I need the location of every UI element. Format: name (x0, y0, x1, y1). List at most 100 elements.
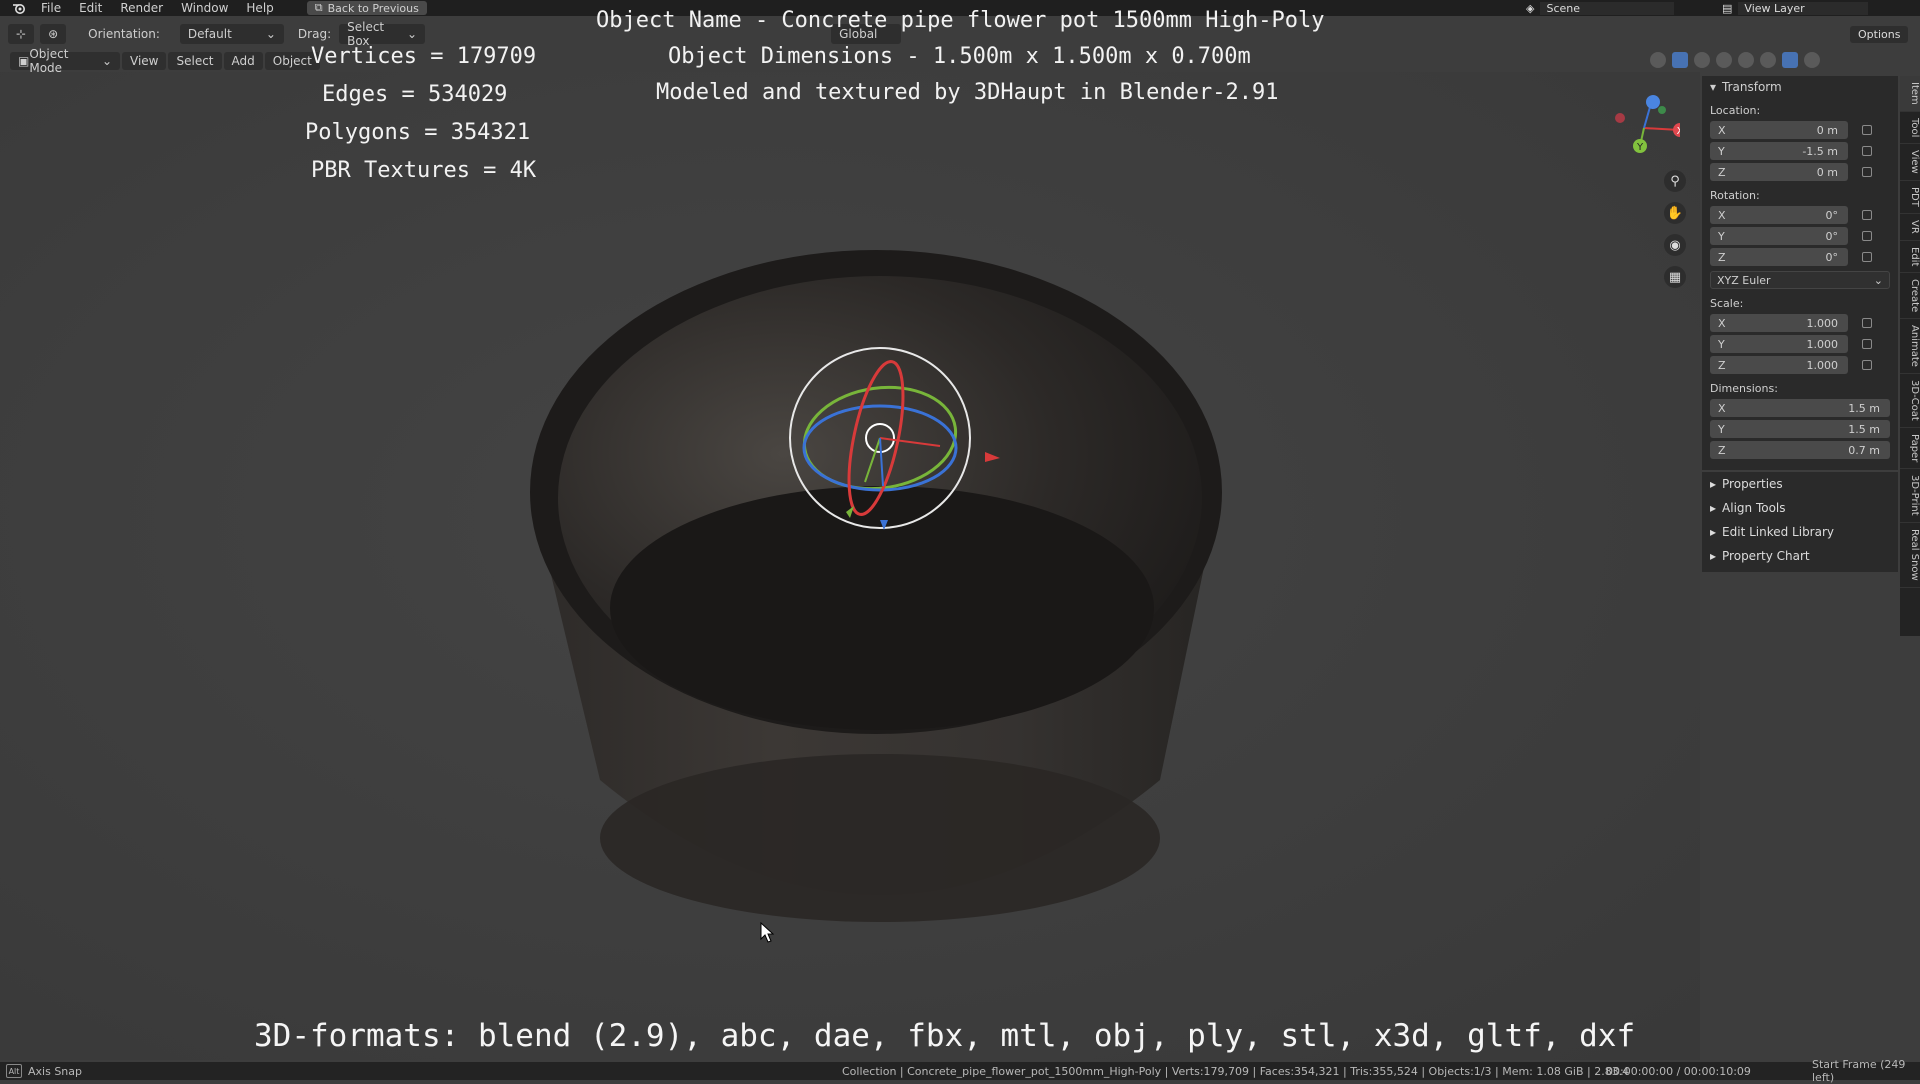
tab-paper[interactable]: Paper (1900, 428, 1920, 470)
transform-panel-header[interactable]: ▾ Transform (1702, 76, 1898, 98)
location-z-field[interactable]: Z 0 m (1710, 163, 1848, 181)
navigation-gizmo[interactable]: X Y (1600, 88, 1680, 168)
view-layer-selector[interactable]: ▤ View Layer (1722, 0, 1869, 16)
tab-pdt[interactable]: PDT (1900, 181, 1920, 214)
camera-view-icon[interactable]: ◉ (1664, 234, 1686, 256)
subpanel-label: Align Tools (1722, 501, 1786, 515)
value: 1.5 m (1848, 422, 1880, 436)
view-layer-name-field[interactable]: View Layer (1738, 1, 1869, 15)
dimensions-y-field[interactable]: Y 1.5 m (1710, 420, 1890, 438)
location-y-field[interactable]: Y -1.5 m (1710, 142, 1848, 160)
lock-icon[interactable] (1862, 167, 1872, 177)
alt-key-icon: Alt (6, 1064, 22, 1078)
tab-view[interactable]: View (1900, 144, 1920, 181)
pan-hand-icon[interactable]: ✋ (1664, 202, 1686, 224)
lock-icon[interactable] (1862, 231, 1872, 241)
rotation-y-field[interactable]: Y 0° (1710, 227, 1848, 245)
location-y-row: Y -1.5 m (1710, 141, 1898, 161)
3d-viewport[interactable] (0, 72, 1700, 1060)
subpanel-properties[interactable]: ▸ Properties (1702, 472, 1898, 496)
gizmo-z-axis[interactable] (1646, 95, 1660, 109)
tab-tool[interactable]: Tool (1900, 112, 1920, 145)
gizmo-neg-x-axis[interactable] (1615, 113, 1625, 123)
drag-dropdown[interactable]: Select Box ⌄ (339, 20, 426, 48)
add-menu[interactable]: Add (223, 52, 263, 70)
lock-icon[interactable] (1862, 146, 1872, 156)
scene-icon: ◈ (1526, 1, 1535, 15)
lock-icon[interactable] (1862, 210, 1872, 220)
sidebar-subpanels: ▸ Properties ▸ Align Tools ▸ Edit Linked Li… (1702, 472, 1898, 572)
editor-type-icon: ⊹ (16, 27, 27, 41)
tab-item[interactable]: Item (1900, 76, 1920, 112)
perspective-grid-icon[interactable]: ▦ (1664, 266, 1686, 288)
active-tool-button[interactable]: ⊛ (40, 24, 67, 44)
view-menu[interactable]: View (122, 52, 167, 70)
material-shading-icon[interactable] (1782, 52, 1798, 68)
gizmo-neg-y-axis[interactable] (1658, 106, 1666, 114)
tab-3d-coat[interactable]: 3D-Coat (1900, 374, 1920, 428)
rotation-y-row: Y 0° (1710, 226, 1898, 246)
dimensions-x-field[interactable]: X 1.5 m (1710, 399, 1890, 417)
sidebar-item-panel: ▾ Transform Location: X0 m Y -1.5 m Z0 m … (1702, 76, 1898, 470)
rotation-label: Rotation: (1710, 189, 1760, 202)
subpanel-edit-linked-library[interactable]: ▸ Edit Linked Library (1702, 520, 1898, 544)
scene-selector[interactable]: ◈ Scene (1526, 0, 1675, 16)
lock-icon[interactable] (1862, 318, 1872, 328)
gizmo-x-label: X (1677, 126, 1680, 137)
lock-icon[interactable] (1862, 339, 1872, 349)
sidebar-tabs: Item Tool View PDT VR Edit Create Animat… (1900, 76, 1920, 636)
blender-logo-icon[interactable] (10, 0, 28, 16)
menu-help[interactable]: Help (237, 1, 282, 15)
menu-file[interactable]: File (32, 1, 70, 15)
axis-label: X (1718, 401, 1726, 415)
lock-icon[interactable] (1862, 125, 1872, 135)
rendered-shading-icon[interactable] (1804, 52, 1820, 68)
scale-z-field[interactable]: Z 1.000 (1710, 356, 1848, 374)
visibility-icon[interactable] (1650, 52, 1666, 68)
lock-icon[interactable] (1862, 360, 1872, 370)
rotation-z-field[interactable]: Z 0° (1710, 248, 1848, 266)
options-button[interactable]: Options (1850, 26, 1909, 43)
dimensions-z-row: Z 0.7 m (1710, 440, 1898, 460)
editor-type-button[interactable]: ⊹ (8, 24, 35, 44)
wireframe-shading-icon[interactable] (1738, 52, 1754, 68)
scene-name-field[interactable]: Scene (1540, 1, 1675, 15)
formats-text: 3D-formats: blend (2.9), abc, dae, fbx, … (254, 1018, 1636, 1054)
dimensions-z-field[interactable]: Z 0.7 m (1710, 441, 1890, 459)
subpanel-align-tools[interactable]: ▸ Align Tools (1702, 496, 1898, 520)
location-x-field[interactable]: X 0 m (1710, 121, 1848, 139)
tab-create[interactable]: Create (1900, 273, 1920, 320)
lock-icon[interactable] (1862, 252, 1872, 262)
rotation-x-field[interactable]: X 0° (1710, 206, 1848, 224)
vertices-stat: Vertices = 179709 (311, 44, 537, 69)
axis-label: Z (1718, 165, 1726, 179)
axis-label: X (1718, 316, 1726, 330)
menu-render[interactable]: Render (111, 1, 172, 15)
mode-dropdown[interactable]: ▣ Object Mode ⌄ (10, 47, 120, 75)
start-frame-info: Start Frame (249 left) (1812, 1058, 1906, 1084)
subpanel-label: Edit Linked Library (1722, 525, 1835, 539)
tab-real-snow[interactable]: Real Snow (1900, 523, 1920, 588)
tab-3d-print[interactable]: 3D-Print (1900, 469, 1920, 523)
xray-toggle-icon[interactable] (1716, 52, 1732, 68)
flower-pot-model[interactable] (530, 250, 1222, 922)
scale-y-field[interactable]: Y 1.000 (1710, 335, 1848, 353)
select-menu[interactable]: Select (168, 52, 222, 70)
orientation-dropdown[interactable]: Default ⌄ (179, 24, 284, 44)
zoom-icon[interactable]: ⚲ (1664, 170, 1686, 192)
scale-x-field[interactable]: X 1.000 (1710, 314, 1848, 332)
scale-x-row: X 1.000 (1710, 313, 1898, 333)
gizmo-toggle-icon[interactable] (1672, 52, 1688, 68)
tab-edit[interactable]: Edit (1900, 241, 1920, 273)
tab-animate[interactable]: Animate (1900, 319, 1920, 375)
orientation-label: Orientation: (88, 27, 160, 41)
menu-window[interactable]: Window (172, 1, 237, 15)
rotation-mode-dropdown[interactable]: XYZ Euler ⌄ (1710, 271, 1890, 289)
tab-vr[interactable]: VR (1900, 214, 1920, 241)
subpanel-property-chart[interactable]: ▸ Property Chart (1702, 544, 1898, 568)
menu-edit[interactable]: Edit (70, 1, 111, 15)
overlay-toggle-icon[interactable] (1694, 52, 1710, 68)
solid-shading-icon[interactable] (1760, 52, 1776, 68)
modeled-by-text: Modeled and textured by 3DHaupt in Blend… (656, 80, 1279, 105)
back-to-previous-button[interactable]: ⧉ Back to Previous (306, 1, 427, 15)
